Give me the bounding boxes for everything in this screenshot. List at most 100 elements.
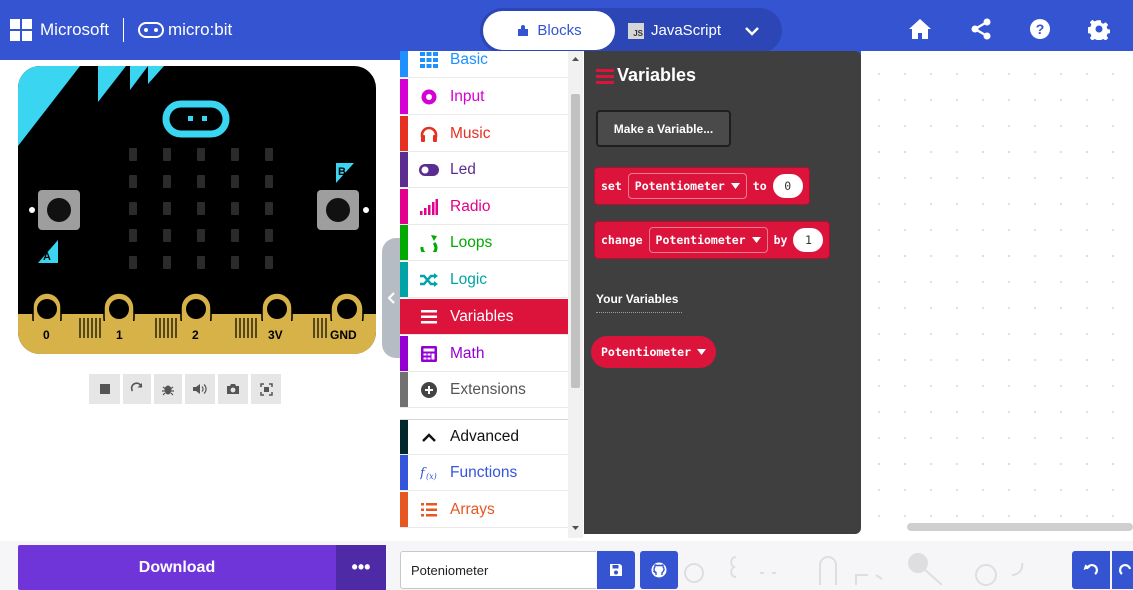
chevron-left-icon xyxy=(387,292,395,304)
button-a[interactable] xyxy=(38,190,80,230)
microbit-label: micro:bit xyxy=(167,20,233,39)
category-extensions-swatch xyxy=(400,372,408,407)
chevron-up-icon xyxy=(419,427,439,447)
scroll-up-icon[interactable] xyxy=(568,53,583,65)
debug-icon[interactable] xyxy=(154,374,182,404)
category-radio[interactable]: Radio xyxy=(400,189,568,225)
toggle-icon xyxy=(419,160,439,180)
flyout-title: Variables xyxy=(596,65,696,86)
github-button[interactable] xyxy=(640,551,678,589)
category-label: Radio xyxy=(450,197,491,215)
function-icon: f (x) xyxy=(419,463,439,483)
set-variable-block[interactable]: set Potentiometer to 0 xyxy=(594,167,810,205)
category-basic-swatch xyxy=(400,51,408,77)
category-label: Extensions xyxy=(450,380,526,398)
pin-3v-label: 3V xyxy=(268,328,283,342)
make-variable-button[interactable]: Make a Variable... xyxy=(596,110,731,147)
blocks-tab[interactable]: Blocks xyxy=(483,11,615,50)
more-options-button[interactable]: ••• xyxy=(336,545,386,590)
category-extensions[interactable]: Extensions xyxy=(400,372,568,408)
category-basic[interactable]: Basic xyxy=(400,51,568,78)
block-keyword: set xyxy=(601,179,622,193)
pin-0-label: 0 xyxy=(43,328,50,342)
signal-bars-icon xyxy=(419,197,439,217)
stop-icon[interactable] xyxy=(89,374,120,404)
scroll-down-icon[interactable] xyxy=(568,522,583,534)
language-dropdown-chevron-icon[interactable] xyxy=(742,22,762,40)
category-math[interactable]: Math xyxy=(400,336,568,372)
redo-icon xyxy=(1119,564,1132,575)
collapse-simulator-handle[interactable] xyxy=(382,238,400,358)
category-arrays[interactable]: Arrays xyxy=(400,492,568,528)
variable-reporter-label: Potentiometer xyxy=(601,345,692,359)
brand-divider xyxy=(122,18,124,42)
category-logic[interactable]: Logic xyxy=(400,262,568,298)
category-input[interactable]: Input xyxy=(400,79,568,115)
category-label: Input xyxy=(450,87,485,105)
sound-icon[interactable] xyxy=(185,374,215,404)
svg-text:?: ? xyxy=(1036,21,1045,37)
category-label: Music xyxy=(450,124,491,142)
category-label: Led xyxy=(450,160,476,178)
microbit-logo-icon xyxy=(137,22,164,38)
redo-button[interactable] xyxy=(1112,551,1133,589)
category-functions[interactable]: f (x) Functions xyxy=(400,455,568,491)
list-lines-icon xyxy=(596,68,614,84)
fullscreen-icon[interactable] xyxy=(251,374,281,404)
category-logic-swatch xyxy=(400,262,408,297)
dropdown-caret-icon[interactable] xyxy=(697,349,707,355)
screenshot-icon[interactable] xyxy=(218,374,248,404)
save-button[interactable] xyxy=(597,551,635,589)
settings-icon[interactable] xyxy=(1085,15,1113,43)
background-doodles xyxy=(684,553,1024,586)
variable-dropdown[interactable]: Potentiometer xyxy=(627,173,747,199)
your-variables-heading: Your Variables xyxy=(596,292,679,306)
help-icon[interactable]: ? xyxy=(1026,15,1054,43)
category-loops[interactable]: Loops xyxy=(400,225,568,261)
js-badge-icon: JS xyxy=(628,22,644,39)
blocks-tab-label: Blocks xyxy=(537,22,582,39)
variable-dropdown[interactable]: Potentiometer xyxy=(648,227,768,253)
variable-reporter-block[interactable]: Potentiometer xyxy=(591,336,717,368)
value-input[interactable]: 0 xyxy=(772,174,803,198)
javascript-tab[interactable]: JS JavaScript xyxy=(628,11,738,50)
value-input[interactable]: 1 xyxy=(793,228,824,252)
category-loops-swatch xyxy=(400,225,408,260)
category-math-swatch xyxy=(400,336,408,371)
category-label: Advanced xyxy=(450,428,519,445)
toolbox-scrollbar[interactable] xyxy=(568,51,583,538)
microsoft-label: Microsoft xyxy=(40,20,109,39)
category-variables[interactable]: Variables xyxy=(400,299,568,335)
category-advanced[interactable]: Advanced xyxy=(400,419,568,455)
category-arrays-swatch xyxy=(400,492,408,527)
toolbox-scrollbar-thumb[interactable] xyxy=(571,94,580,388)
category-advanced-swatch xyxy=(400,420,408,454)
puzzle-icon xyxy=(518,24,529,36)
microbit-simulator[interactable]: A B 0 1 2 3V GND xyxy=(18,66,376,354)
category-music[interactable]: Music xyxy=(400,116,568,152)
workspace-horizontal-scrollbar[interactable] xyxy=(907,523,1133,531)
restart-icon[interactable] xyxy=(123,374,151,404)
brand[interactable]: Microsoft micro:bit xyxy=(10,17,232,43)
project-name-input[interactable] xyxy=(400,551,596,589)
javascript-tab-label: JavaScript xyxy=(651,22,722,39)
category-led[interactable]: Led xyxy=(400,152,568,188)
change-variable-block[interactable]: change Potentiometer by 1 xyxy=(594,221,831,259)
editor-toggle: Blocks JS JavaScript xyxy=(480,8,782,53)
undo-button[interactable] xyxy=(1072,551,1110,589)
variable-dropdown-label: Potentiometer xyxy=(655,233,746,247)
button-b[interactable] xyxy=(317,190,359,230)
category-label: Math xyxy=(450,344,485,362)
headphones-icon xyxy=(419,124,439,144)
download-button[interactable]: Download xyxy=(18,545,336,590)
home-icon[interactable] xyxy=(906,15,934,43)
share-icon[interactable] xyxy=(967,15,995,43)
dropdown-caret-icon xyxy=(730,183,740,189)
block-connector: by xyxy=(773,233,788,247)
category-radio-swatch xyxy=(400,189,408,224)
block-connector: to xyxy=(752,179,767,193)
code-workspace[interactable] xyxy=(861,51,1133,541)
bottom-bar: Download ••• xyxy=(0,541,1133,590)
variable-dropdown-label: Potentiometer xyxy=(634,179,725,193)
category-label: Logic xyxy=(450,270,488,288)
